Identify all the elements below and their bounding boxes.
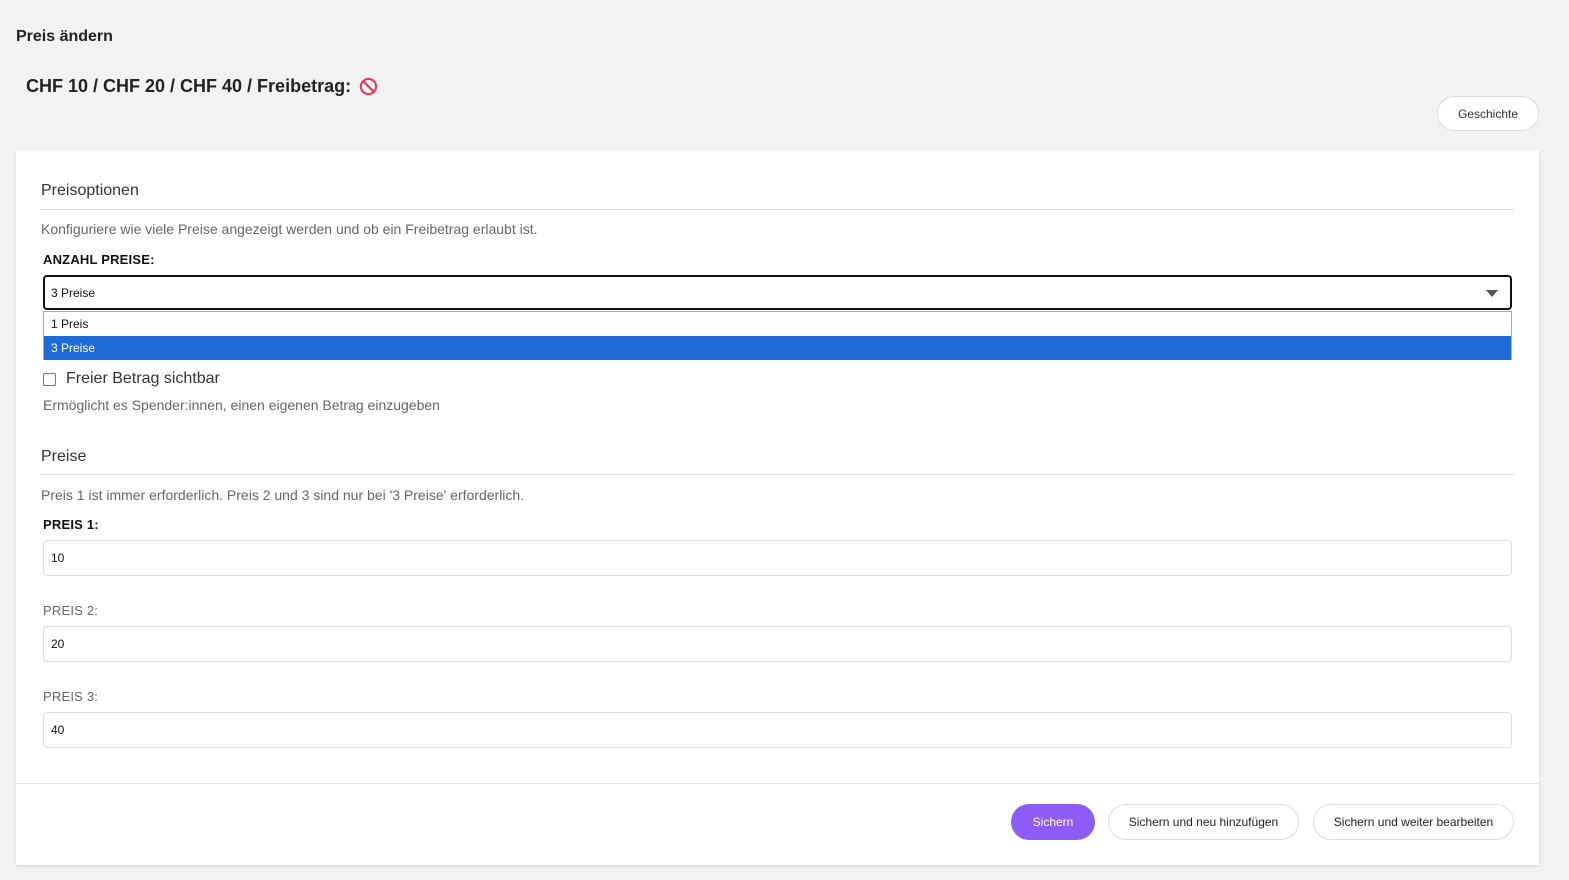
history-button[interactable]: Geschichte	[1436, 96, 1539, 131]
save-button[interactable]: Sichern	[1011, 804, 1095, 840]
prices-help-text: Preis 1 ist immer erforderlich. Preis 2 …	[41, 487, 525, 503]
price2-input[interactable]	[43, 626, 1512, 662]
price3-input[interactable]	[43, 712, 1512, 748]
save-and-continue-button[interactable]: Sichern und weiter bearbeiten	[1313, 804, 1514, 840]
free-amount-row: Freier Betrag sichtbar	[43, 370, 220, 388]
save-and-add-button[interactable]: Sichern und neu hinzufügen	[1108, 804, 1299, 840]
free-amount-checkbox[interactable]	[43, 372, 56, 386]
page-heading: Preis ändern	[16, 28, 113, 45]
chevron-down-icon	[1486, 290, 1498, 297]
section-divider	[41, 209, 1514, 210]
prices-section-title: Preise	[41, 448, 87, 465]
count-select-value: 3 Preise	[51, 285, 96, 300]
price1-label: PREIS 1:	[43, 517, 99, 532]
object-title-text: CHF 10 / CHF 20 / CHF 40 / Freibetrag:	[26, 76, 352, 96]
free-amount-label[interactable]: Freier Betrag sichtbar	[66, 370, 220, 388]
dropdown-option-3-preise[interactable]: 3 Preise	[44, 336, 1511, 360]
footer-divider	[16, 783, 1539, 784]
options-section-title: Preisoptionen	[41, 182, 139, 199]
free-amount-help: Ermöglicht es Spender:innen, einen eigen…	[43, 397, 440, 413]
object-title: CHF 10 / CHF 20 / CHF 40 / Freibetrag:	[26, 76, 378, 97]
count-select[interactable]: 3 Preise	[43, 275, 1512, 310]
section-divider	[41, 474, 1514, 475]
price3-label: PREIS 3:	[43, 689, 99, 704]
no-entry-icon	[359, 77, 378, 96]
dropdown-option-1-preis[interactable]: 1 Preis	[44, 312, 1511, 336]
form-card: Preisoptionen Konfiguriere wie viele Pre…	[16, 150, 1539, 865]
price2-label: PREIS 2:	[43, 603, 99, 618]
price1-input[interactable]	[43, 540, 1512, 576]
options-help-text: Konfiguriere wie viele Preise angezeigt …	[41, 221, 538, 237]
count-dropdown: 1 Preis 3 Preise	[43, 311, 1512, 360]
count-label: ANZAHL PREISE:	[43, 252, 155, 267]
